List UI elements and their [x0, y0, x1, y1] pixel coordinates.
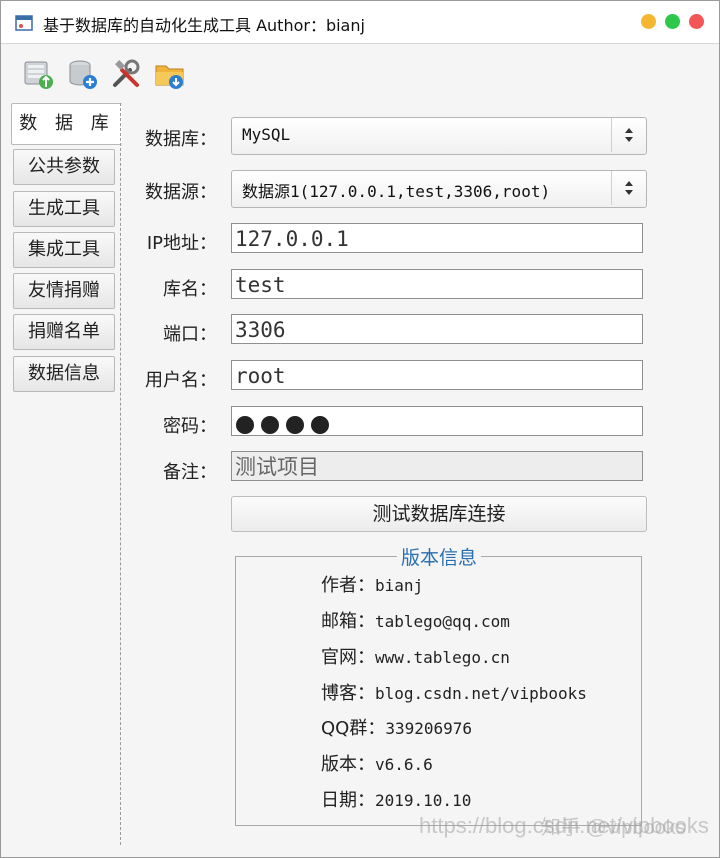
- password-label: 密码：: [163, 416, 217, 437]
- open-folder-button[interactable]: [153, 57, 187, 91]
- password-field[interactable]: [231, 406, 643, 436]
- database-select-value: MySQL: [242, 125, 291, 144]
- info-row-version: 版本：v6.6.6: [321, 754, 433, 775]
- tab-integration-tools[interactable]: 集成工具: [13, 232, 115, 268]
- app-window: 基于数据库的自动化生成工具 Author：bianj 数 据 库 公共参数 生成…: [0, 0, 720, 858]
- dbname-label: 库名：: [163, 279, 217, 300]
- tools-button[interactable]: [109, 57, 143, 91]
- tab-generate-tools[interactable]: 生成工具: [13, 191, 115, 227]
- tab-common-params[interactable]: 公共参数: [13, 149, 115, 185]
- database-select[interactable]: MySQL: [231, 117, 647, 155]
- port-field[interactable]: 3306: [231, 314, 643, 344]
- info-row-email: 邮箱：tablego@qq.com: [321, 611, 510, 632]
- updown-arrows-icon: [611, 171, 646, 205]
- close-button[interactable]: [689, 14, 704, 29]
- info-row-website: 官网：www.tablego.cn: [321, 647, 510, 668]
- window-title: 基于数据库的自动化生成工具 Author：bianj: [43, 16, 365, 35]
- new-db-button[interactable]: [21, 57, 55, 91]
- csdn-watermark: https://blog.csdn.net/vipbooks: [419, 813, 709, 838]
- info-row-qq-group: QQ群：339206976: [321, 718, 473, 739]
- app-icon: [15, 15, 33, 31]
- add-db-icon: [69, 60, 97, 89]
- info-row-author: 作者：bianj: [321, 575, 424, 596]
- ip-label: IP地址：: [146, 233, 217, 254]
- port-label: 端口：: [163, 324, 217, 345]
- add-db-button[interactable]: [65, 57, 99, 91]
- password-mask: [236, 412, 336, 442]
- info-row-date: 日期：2019.10.10: [321, 790, 472, 811]
- version-info-title: 版本信息: [397, 543, 482, 570]
- database-label: 数据库：: [145, 129, 217, 150]
- title-bar: 基于数据库的自动化生成工具 Author：bianj: [1, 1, 719, 44]
- tab-divider: [120, 103, 121, 845]
- updown-arrows-icon: [611, 118, 646, 152]
- ip-field[interactable]: 127.0.0.1: [231, 223, 643, 253]
- open-folder-icon: [155, 65, 184, 89]
- maximize-button[interactable]: [665, 14, 680, 29]
- tab-data-info[interactable]: 数据信息: [13, 356, 115, 392]
- side-tabs: 数 据 库 公共参数 生成工具 集成工具 友情捐赠 捐赠名单 数据信息: [11, 103, 122, 843]
- remark-label: 备注：: [163, 462, 217, 483]
- tab-donation[interactable]: 友情捐赠: [13, 273, 115, 309]
- tab-database[interactable]: 数 据 库: [11, 103, 122, 145]
- tools-icon: [113, 59, 140, 87]
- minimize-button[interactable]: [641, 14, 656, 29]
- tab-donor-list[interactable]: 捐赠名单: [13, 314, 115, 350]
- username-field[interactable]: root: [231, 360, 643, 390]
- username-label: 用户名：: [145, 370, 217, 391]
- datasource-select[interactable]: 数据源1(127.0.0.1,test,3306,root): [231, 170, 647, 208]
- new-db-icon: [24, 61, 53, 89]
- test-connection-button[interactable]: 测试数据库连接: [231, 496, 647, 532]
- info-row-blog: 博客：blog.csdn.net/vipbooks: [321, 683, 587, 704]
- datasource-select-value: 数据源1(127.0.0.1,test,3306,root): [242, 182, 551, 201]
- datasource-label: 数据源：: [145, 182, 217, 203]
- dbname-field[interactable]: test: [231, 269, 643, 299]
- remark-field[interactable]: 测试项目: [231, 451, 643, 481]
